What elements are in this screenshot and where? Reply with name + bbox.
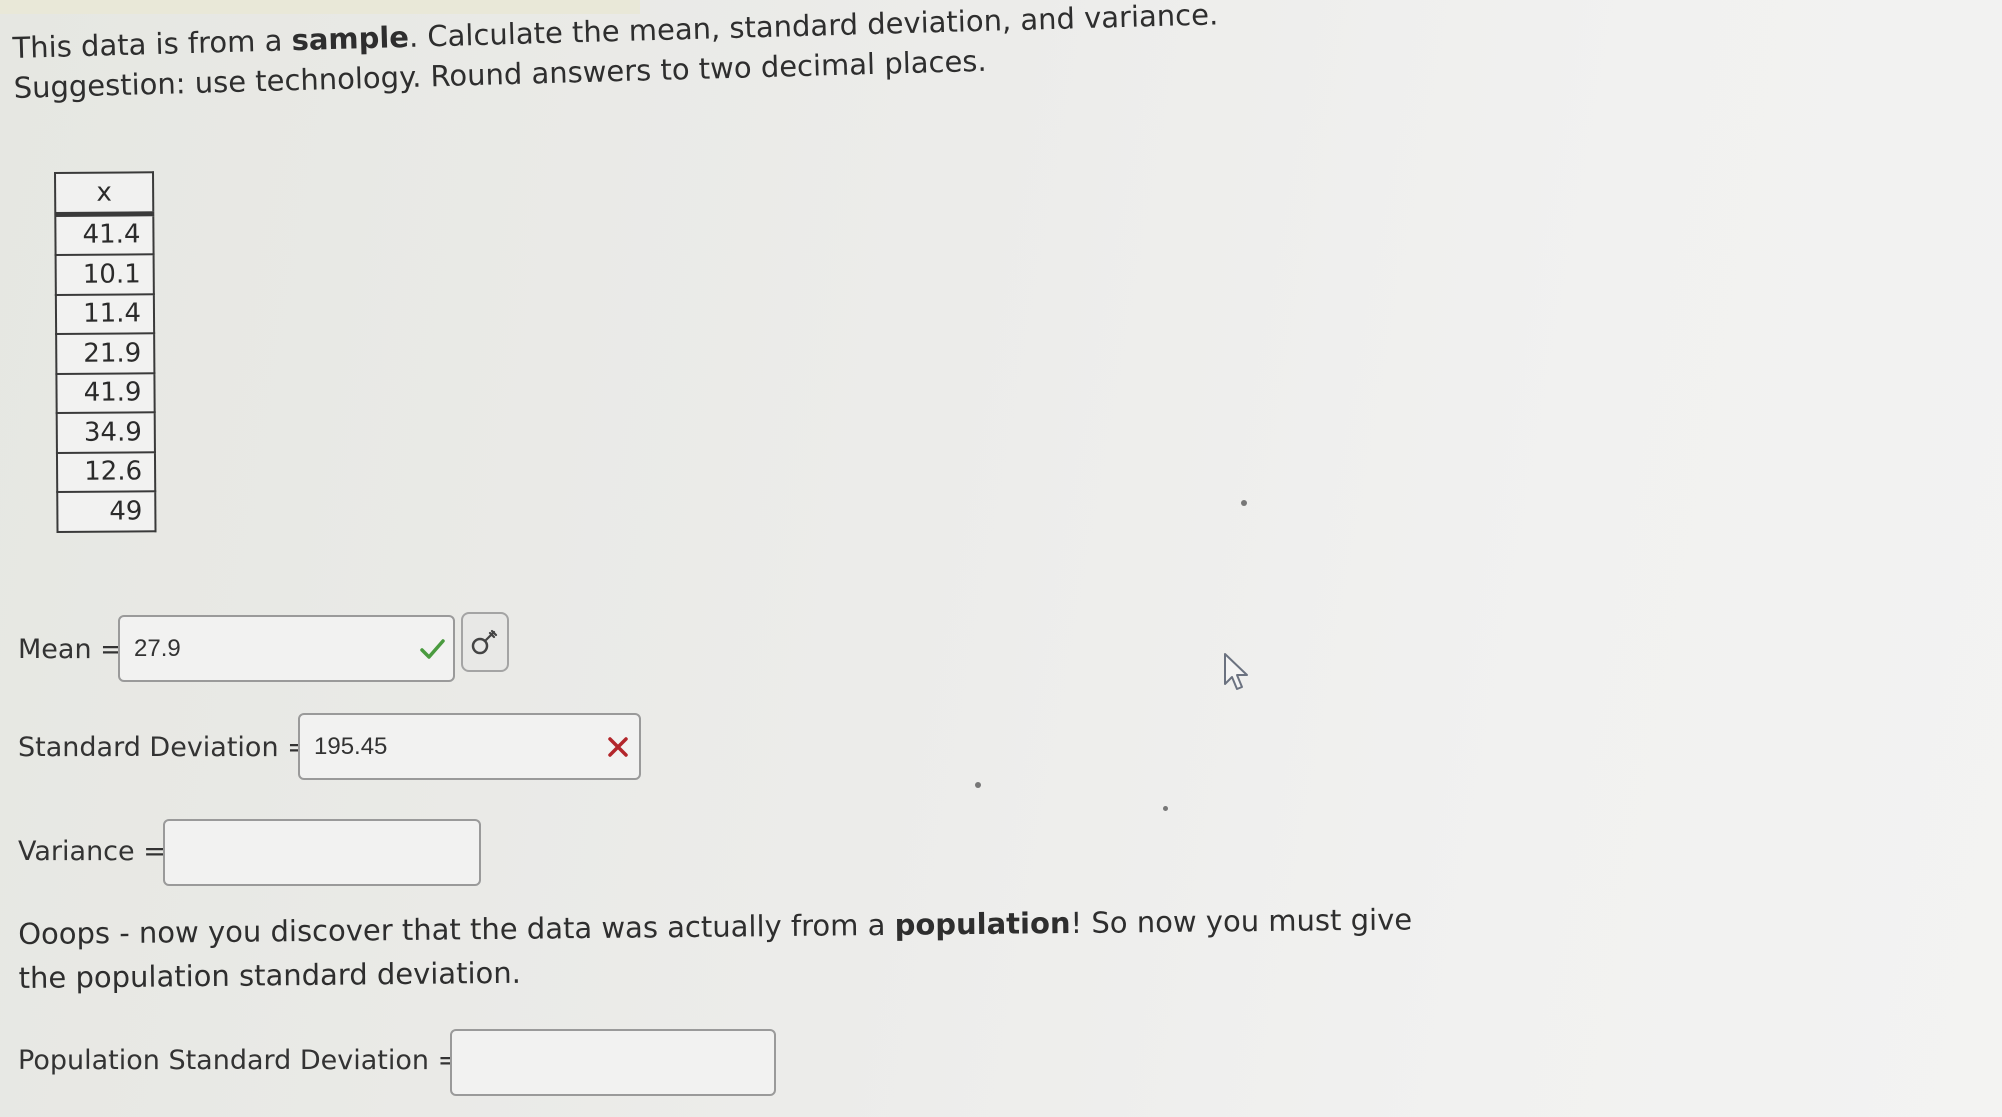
table-cell: 49	[57, 491, 156, 532]
table-cell: 21.9	[56, 333, 155, 374]
mouse-cursor-icon	[1224, 653, 1248, 690]
table-row: 34.9	[56, 412, 155, 453]
data-table: x 41.4 10.1 11.4 21.9 41.9 34.9 12.6 49	[54, 171, 157, 532]
key-icon	[471, 629, 498, 655]
check-icon	[420, 638, 445, 659]
table-row: 12.6	[56, 451, 156, 492]
note-part1: Ooops - now you discover that the data w…	[18, 907, 895, 951]
question-bold-sample: sample	[291, 19, 410, 58]
variance-field[interactable]	[163, 819, 481, 886]
table-row: 10.1	[55, 254, 154, 295]
screen-speck	[1163, 806, 1168, 811]
table-row: 11.4	[55, 293, 155, 334]
answer-key-button[interactable]	[461, 612, 509, 672]
population-std-dev-input[interactable]	[466, 1048, 760, 1077]
top-band	[0, 0, 640, 14]
population-std-dev-label: Population Standard Deviation =	[18, 1045, 461, 1076]
population-note: Ooops - now you discover that the data w…	[18, 897, 1419, 1000]
variance-input[interactable]	[179, 838, 465, 867]
table-row: 41.9	[56, 372, 155, 413]
table-cell: 10.1	[55, 254, 154, 295]
table-cell: 41.9	[56, 372, 155, 413]
population-std-dev-field[interactable]	[450, 1029, 776, 1096]
table-row: 49	[57, 491, 156, 532]
mean-field[interactable]	[118, 615, 455, 682]
std-dev-input[interactable]	[314, 732, 625, 761]
variance-label: Variance =	[18, 836, 166, 867]
note-bold-population: population	[894, 905, 1071, 942]
std-dev-field[interactable]	[298, 713, 641, 780]
question-text: This data is from a sample. Calculate th…	[12, 0, 1374, 108]
mean-input[interactable]	[134, 634, 439, 663]
table-cell: 34.9	[56, 412, 155, 453]
screen-speck	[1241, 500, 1247, 506]
std-dev-label: Standard Deviation =	[18, 732, 310, 763]
incorrect-x-icon	[608, 736, 628, 757]
table-cell: 41.4	[55, 213, 154, 255]
screen-speck	[975, 782, 981, 788]
mean-label: Mean =	[18, 634, 123, 665]
table-cell: 11.4	[55, 293, 155, 334]
table-cell: 12.6	[56, 451, 156, 492]
table-row: 41.4	[55, 213, 154, 255]
table-header-x: x	[55, 172, 154, 214]
table-row: 21.9	[56, 333, 155, 374]
question-part1: This data is from a	[12, 23, 293, 65]
